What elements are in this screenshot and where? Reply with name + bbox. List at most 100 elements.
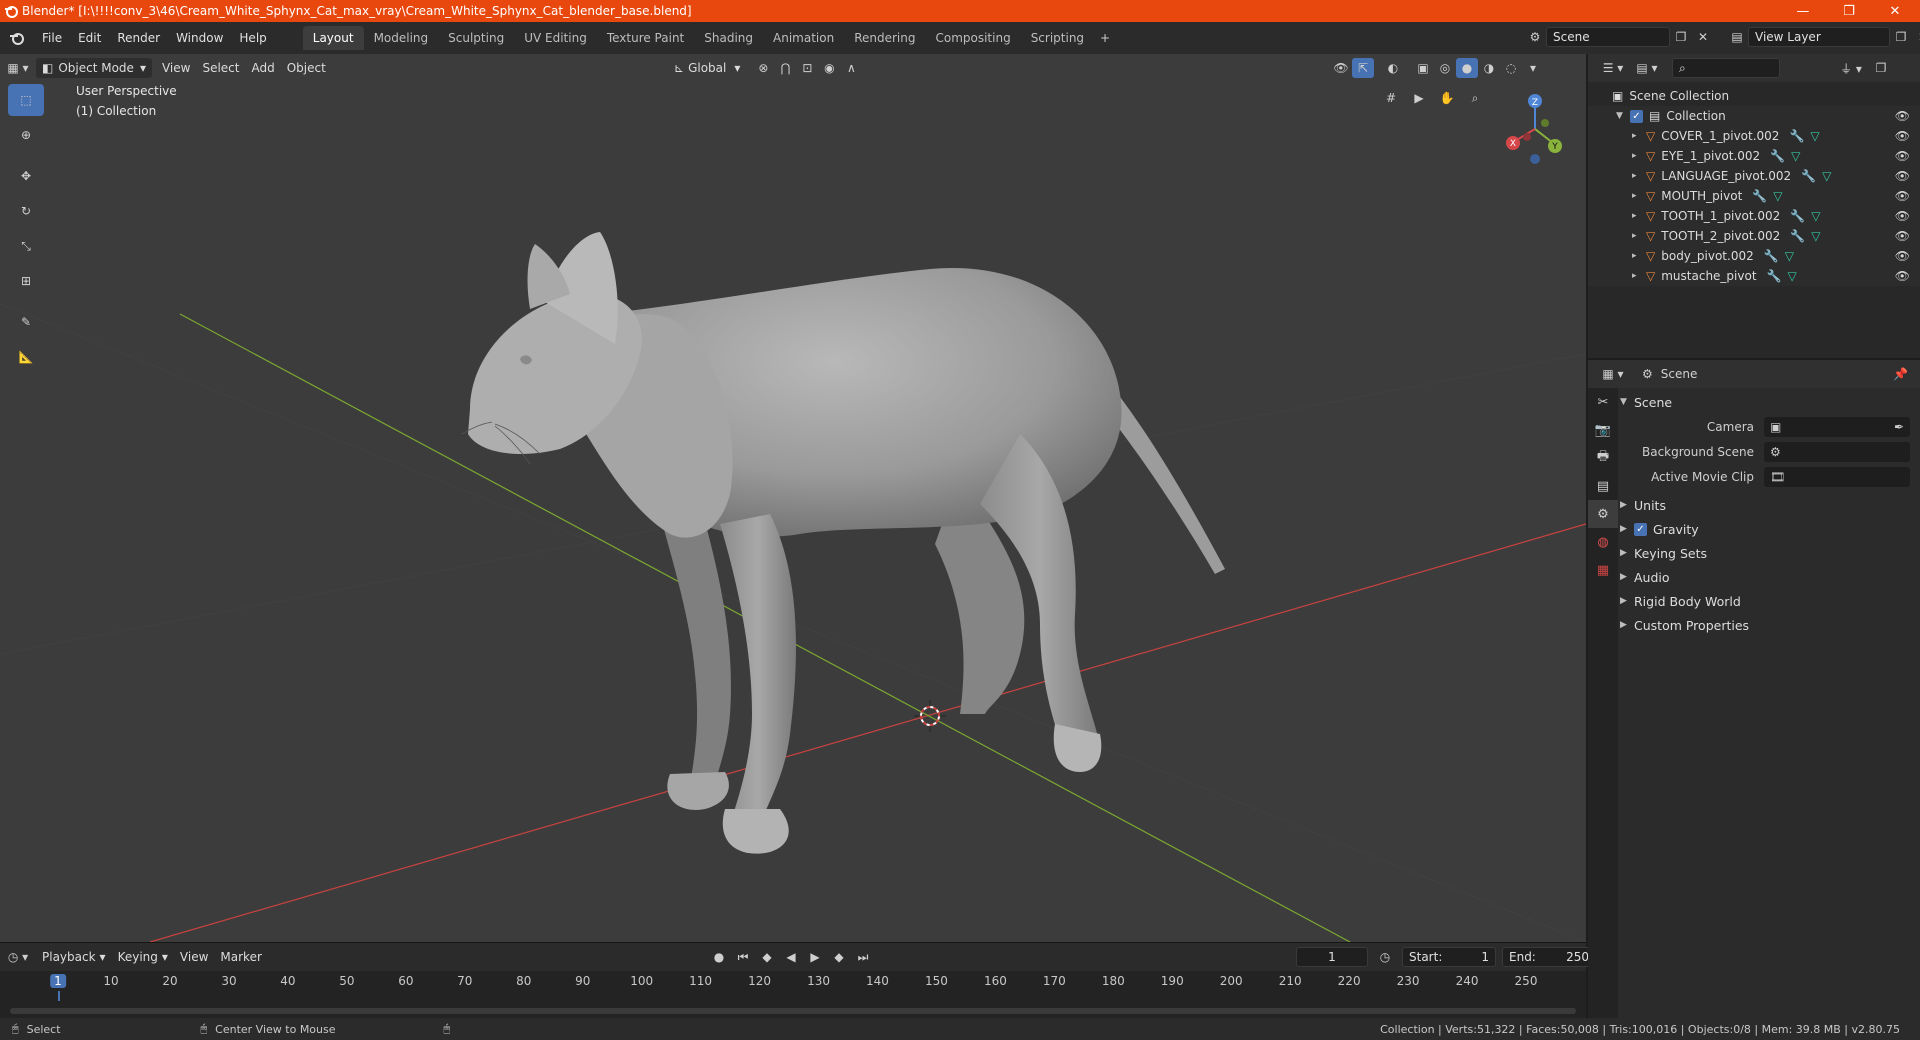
eye-icon[interactable]: 👁 [1895,269,1910,283]
outliner-collection[interactable]: ▼ ✓ ▤ Collection 👁 [1588,106,1920,126]
tool-tab-icon[interactable]: ✂ [1588,388,1618,416]
toggle-grid-icon[interactable]: # [1380,88,1402,108]
gravity-checkbox[interactable]: ✓ [1634,522,1647,536]
view-layer-selector[interactable]: View Layer [1748,27,1890,47]
tab-texture-paint[interactable]: Texture Paint [597,26,694,50]
eye-icon[interactable]: 👁 [1895,129,1910,143]
mesh-data-icon[interactable]: ▽ [1822,169,1831,183]
mesh-data-icon[interactable]: ▽ [1791,149,1800,163]
modifier-wrench-icon[interactable]: 🔧 [1764,249,1779,263]
scene-tab-icon[interactable]: ⚙ [1588,500,1618,528]
preview-range-icon[interactable]: ◷ [1374,947,1396,967]
outliner-item[interactable]: ▸ ▽ TOOTH_1_pivot.002 🔧 ▽ 👁 [1588,206,1920,226]
end-frame-field[interactable]: End: 250 [1502,947,1596,967]
menu-help[interactable]: Help [231,26,274,50]
overlays-icon[interactable]: ◐ [1382,58,1404,78]
panel-custom-properties-header[interactable]: ▶ Custom Properties [1620,613,1916,637]
collapse-arrow-icon[interactable]: ▼ [1616,111,1630,121]
modifier-wrench-icon[interactable]: 🔧 [1767,269,1782,283]
mode-selector[interactable]: ◧ Object Mode ▾ [36,58,152,78]
snap-icon[interactable]: ⋂ [774,58,796,78]
eye-icon[interactable]: 👁 [1895,189,1910,203]
pan-hand-icon[interactable]: ✋ [1436,88,1458,108]
panel-units-header[interactable]: ▶ Units [1620,493,1916,517]
outliner-item[interactable]: ▸ ▽ mustache_pivot 🔧 ▽ 👁 [1588,266,1920,286]
eye-icon[interactable]: 👁 [1895,109,1910,123]
eye-icon[interactable]: 👁 [1895,209,1910,223]
tab-modeling[interactable]: Modeling [364,26,439,50]
camera-view-icon[interactable]: ▶ [1408,88,1430,108]
outliner-editor-type-icon[interactable]: ☰ ▾ [1596,58,1630,78]
display-mode-icon[interactable]: ▤ ▾ [1630,58,1664,78]
mesh-data-icon[interactable]: ▽ [1810,129,1819,143]
record-icon[interactable]: ● [708,947,730,967]
outliner-item[interactable]: ▸ ▽ LANGUAGE_pivot.002 🔧 ▽ 👁 [1588,166,1920,186]
outliner-search[interactable]: ⌕ [1672,58,1780,78]
view-layer-icon[interactable]: ▤ [1726,27,1748,47]
scene-icon[interactable]: ⚙ [1524,27,1546,47]
panel-gravity-header[interactable]: ▶ ✓ Gravity [1620,517,1916,541]
transform-tool-icon[interactable]: ⊞ [8,265,44,297]
gizmo-toggle-icon[interactable]: ⇱ [1352,58,1374,78]
camera-field[interactable]: ▣ ✒ [1764,416,1910,437]
timeline-scrollbar[interactable] [10,1008,1576,1014]
expand-arrow-icon[interactable]: ▸ [1632,251,1646,261]
xray-icon[interactable]: ▣ [1412,58,1434,78]
mesh-data-icon[interactable]: ▽ [1773,189,1782,203]
annotate-tool-icon[interactable]: ✎ [8,306,44,338]
delete-view-layer-icon[interactable]: ✕ [1912,27,1920,47]
texture-tab-icon[interactable]: ▦ [1588,556,1618,584]
tab-animation[interactable]: Animation [763,26,844,50]
menu-object[interactable]: Object [281,58,332,78]
prev-keyframe-icon[interactable]: ◆ [756,947,778,967]
solid-shading-icon[interactable]: ● [1456,58,1478,78]
view-layer-tab-icon[interactable]: ▤ [1588,472,1618,500]
outliner-item[interactable]: ▸ ▽ TOOTH_2_pivot.002 🔧 ▽ 👁 [1588,226,1920,246]
expand-arrow-icon[interactable]: ▸ [1632,211,1646,221]
menu-playback[interactable]: Playback ▾ [36,947,112,967]
modifier-wrench-icon[interactable]: 🔧 [1770,149,1785,163]
navigation-gizmo[interactable]: Z Y X [1506,94,1562,164]
rotate-tool-icon[interactable]: ↻ [8,195,44,227]
modifier-wrench-icon[interactable]: 🔧 [1789,129,1804,143]
mesh-data-icon[interactable]: ▽ [1787,269,1796,283]
new-view-layer-icon[interactable]: ❐ [1890,27,1912,47]
menu-timeline-view[interactable]: View [174,947,214,967]
expand-arrow-icon[interactable]: ▸ [1632,231,1646,241]
eyedropper-icon[interactable]: ✒ [1894,420,1904,434]
scene-selector[interactable]: Scene [1546,27,1670,47]
collection-checkbox[interactable]: ✓ [1630,109,1643,123]
tab-layout[interactable]: Layout [302,26,364,50]
mesh-data-icon[interactable]: ▽ [1811,209,1820,223]
current-frame-marker[interactable]: 1 [50,974,66,988]
tab-sculpting[interactable]: Sculpting [438,26,514,50]
panel-rigid-body-world-header[interactable]: ▶ Rigid Body World [1620,589,1916,613]
expand-arrow-icon[interactable]: ▸ [1632,151,1646,161]
modifier-wrench-icon[interactable]: 🔧 [1752,189,1767,203]
world-tab-icon[interactable]: ◍ [1588,528,1618,556]
cursor-tool-icon[interactable]: ⊕ [8,119,44,151]
expand-arrow-icon[interactable]: ▸ [1632,191,1646,201]
measure-tool-icon[interactable]: 📐 [8,341,44,373]
pin-icon[interactable]: 📌 [1893,367,1908,381]
properties-editor-type-icon[interactable]: ▦ ▾ [1596,364,1630,384]
falloff-icon[interactable]: ∧ [840,58,862,78]
eye-icon[interactable]: 👁 [1895,229,1910,243]
eye-icon[interactable]: 👁 [1895,249,1910,263]
output-tab-icon[interactable]: 🖶 [1588,444,1618,472]
menu-file[interactable]: File [34,26,70,50]
new-collection-icon[interactable]: ❐ [1870,58,1892,78]
menu-render[interactable]: Render [109,26,168,50]
jump-end-icon[interactable]: ⏭ [852,947,874,967]
expand-arrow-icon[interactable]: ▸ [1632,271,1646,281]
current-frame-field[interactable]: 1 [1296,947,1368,967]
cat-model[interactable] [461,232,1225,854]
next-keyframe-icon[interactable]: ◆ [828,947,850,967]
close-button[interactable]: ✕ [1872,0,1918,22]
proportional-edit-icon[interactable]: ◉ [818,58,840,78]
tab-uv-editing[interactable]: UV Editing [514,26,597,50]
modifier-wrench-icon[interactable]: 🔧 [1801,169,1816,183]
move-tool-icon[interactable]: ✥ [8,160,44,192]
panel-scene-header[interactable]: ▼ Scene [1620,390,1916,414]
playhead-line[interactable] [58,991,60,1001]
